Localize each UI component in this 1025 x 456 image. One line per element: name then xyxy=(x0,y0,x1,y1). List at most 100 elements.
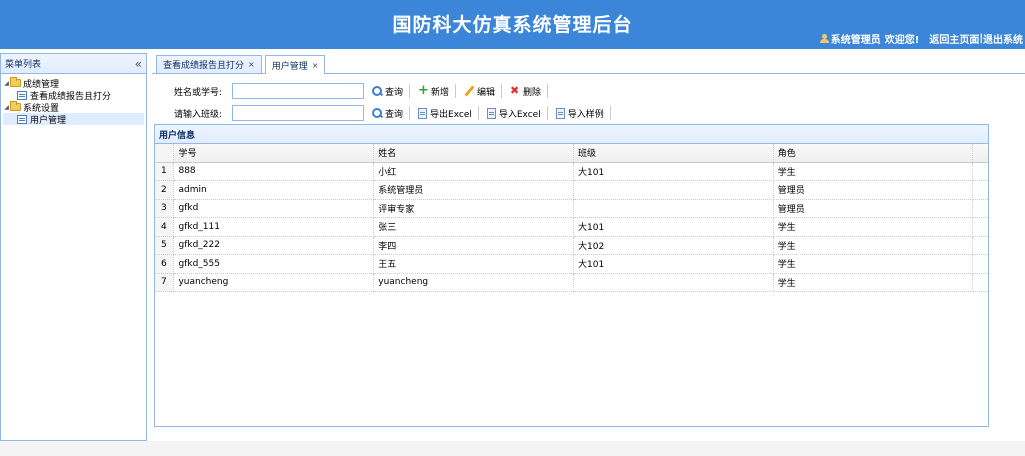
cell-class: 大101 xyxy=(573,217,774,237)
table-row[interactable]: 5 gfkd_222 李四 大102 学生 xyxy=(155,236,988,255)
user-icon xyxy=(819,34,829,43)
cell-role: 学生 xyxy=(773,162,974,181)
toolbar-row-search: 姓名或学号: 查询 + 新增 编辑 ✖ 删除 xyxy=(174,81,549,101)
column-header-class[interactable]: 班级 xyxy=(573,144,774,163)
sidebar: 菜单列表 « ◢ 成绩管理 查看成绩报告且打分 ◢ 系统设置 用户管理 xyxy=(0,53,147,441)
user-grid: 用户信息 学号 姓名 班级 角色 1 888 小红 大101 学生 2 admin 系统管理员… xyxy=(154,124,989,427)
divider xyxy=(609,106,611,120)
table-row[interactable]: 2 admin 系统管理员 管理员 xyxy=(155,180,988,200)
scroll-gutter-cell xyxy=(972,254,988,274)
divider xyxy=(409,106,411,120)
name-or-id-input[interactable] xyxy=(232,83,364,99)
cell-class xyxy=(573,180,774,200)
tab-label: 查看成绩报告且打分 xyxy=(163,61,245,71)
class-input[interactable] xyxy=(232,105,364,121)
column-header-student-id[interactable]: 学号 xyxy=(173,144,375,163)
tree-node-user-management[interactable]: 用户管理 xyxy=(3,113,144,126)
logout-link[interactable]: 退出系统 xyxy=(983,31,1023,46)
table-row[interactable]: 3 gfkd 评审专家 管理员 xyxy=(155,199,988,218)
button-label: 查询 xyxy=(385,87,404,98)
tab-label: 用户管理 xyxy=(271,61,308,72)
close-icon[interactable]: × xyxy=(312,61,319,70)
app-header: 国防科大仿真系统管理后台 系统管理员 欢迎您! 返回主页面 | 退出系统 xyxy=(0,0,1025,49)
close-icon[interactable]: × xyxy=(248,60,255,69)
page-icon xyxy=(17,90,27,100)
table-row[interactable]: 6 gfkd_555 王五 大101 学生 xyxy=(155,254,988,274)
sidebar-header: 菜单列表 « xyxy=(1,54,146,74)
row-number-header xyxy=(155,144,175,163)
button-label: 查询 xyxy=(385,109,404,120)
button-label: 删除 xyxy=(523,87,542,98)
column-header-role[interactable]: 角色 xyxy=(773,144,974,163)
tab-user-management[interactable]: 用户管理 × xyxy=(264,55,326,74)
divider xyxy=(501,84,503,98)
class-search-button[interactable]: 查询 xyxy=(372,107,403,120)
edit-button[interactable]: 编辑 xyxy=(464,85,495,98)
import-excel-button[interactable]: 导入Excel xyxy=(486,107,541,120)
cell-class: 大102 xyxy=(573,236,774,255)
tree-node-label: 用户管理 xyxy=(30,115,67,126)
cell-class: 大101 xyxy=(573,254,774,274)
folder-icon xyxy=(10,77,21,87)
user-bar: 系统管理员 欢迎您! 返回主页面 | 退出系统 xyxy=(819,31,1023,46)
cell-student-id: gfkd xyxy=(173,199,375,218)
cell-class xyxy=(573,273,774,292)
cell-name: 系统管理员 xyxy=(373,180,575,200)
divider xyxy=(547,84,549,98)
table-header-row: 学号 姓名 班级 角色 xyxy=(155,144,988,163)
cell-role: 管理员 xyxy=(773,199,974,218)
cell-name: yuancheng xyxy=(373,273,575,292)
tab-bar: 查看成绩报告且打分 × 用户管理 × xyxy=(152,53,1025,74)
class-label: 请输入班级: xyxy=(174,109,223,120)
excel-icon xyxy=(555,107,565,119)
cell-student-id: gfkd_222 xyxy=(173,236,375,255)
add-button[interactable]: + 新增 xyxy=(418,84,450,98)
scroll-gutter-cell xyxy=(972,199,988,218)
button-label: 新增 xyxy=(431,87,450,98)
table-row[interactable]: 7 yuancheng yuancheng 学生 xyxy=(155,273,988,292)
table-row[interactable]: 4 gfkd_111 张三 大101 学生 xyxy=(155,217,988,237)
export-excel-button[interactable]: 导出Excel xyxy=(418,107,472,120)
search-button[interactable]: 查询 xyxy=(372,85,403,98)
collapse-icon[interactable]: « xyxy=(135,57,142,71)
cell-student-id: admin xyxy=(173,180,375,200)
row-number: 2 xyxy=(155,180,175,200)
cell-name: 张三 xyxy=(373,217,575,237)
row-number: 5 xyxy=(155,236,175,255)
name-or-id-label: 姓名或学号: xyxy=(174,87,223,98)
tree-node-system-settings[interactable]: ◢ 系统设置 xyxy=(3,101,144,114)
cell-student-id: 888 xyxy=(173,162,375,181)
tree-node-view-reports[interactable]: 查看成绩报告且打分 xyxy=(3,89,144,102)
menu-tree: ◢ 成绩管理 查看成绩报告且打分 ◢ 系统设置 用户管理 xyxy=(1,74,146,128)
divider xyxy=(546,106,548,120)
table-row[interactable]: 1 888 小红 大101 学生 xyxy=(155,162,988,181)
user-name: 系统管理员 xyxy=(830,35,881,46)
column-header-name[interactable]: 姓名 xyxy=(373,144,575,163)
row-number: 7 xyxy=(155,273,175,292)
divider xyxy=(455,84,457,98)
expand-triangle-icon[interactable]: ◢ xyxy=(3,104,10,111)
welcome-text: 欢迎您! xyxy=(884,35,920,46)
main-panel: 查看成绩报告且打分 × 用户管理 × 姓名或学号: 查询 + 新增 编辑 ✖ 删除 … xyxy=(152,53,1025,441)
folder-icon xyxy=(10,101,21,111)
tab-view-reports[interactable]: 查看成绩报告且打分 × xyxy=(156,55,262,73)
page-icon xyxy=(17,114,27,124)
delete-icon: ✖ xyxy=(510,84,520,97)
home-link[interactable]: 返回主页面 xyxy=(929,31,979,46)
scroll-gutter-cell xyxy=(972,217,988,237)
cell-role: 学生 xyxy=(773,273,974,292)
cell-role: 学生 xyxy=(773,254,974,274)
expand-triangle-icon[interactable]: ◢ xyxy=(3,80,10,87)
cell-class: 大101 xyxy=(573,162,774,181)
cell-class xyxy=(573,199,774,218)
excel-icon xyxy=(418,107,428,119)
delete-button[interactable]: ✖ 删除 xyxy=(510,85,541,98)
scroll-gutter-cell xyxy=(972,162,988,181)
cell-name: 李四 xyxy=(373,236,575,255)
pencil-icon xyxy=(464,86,474,96)
tree-node-score-management[interactable]: ◢ 成绩管理 xyxy=(3,77,144,90)
divider xyxy=(409,84,411,98)
scroll-gutter-cell xyxy=(972,236,988,255)
import-sample-button[interactable]: 导入样例 xyxy=(555,107,604,120)
cell-student-id: gfkd_111 xyxy=(173,217,375,237)
